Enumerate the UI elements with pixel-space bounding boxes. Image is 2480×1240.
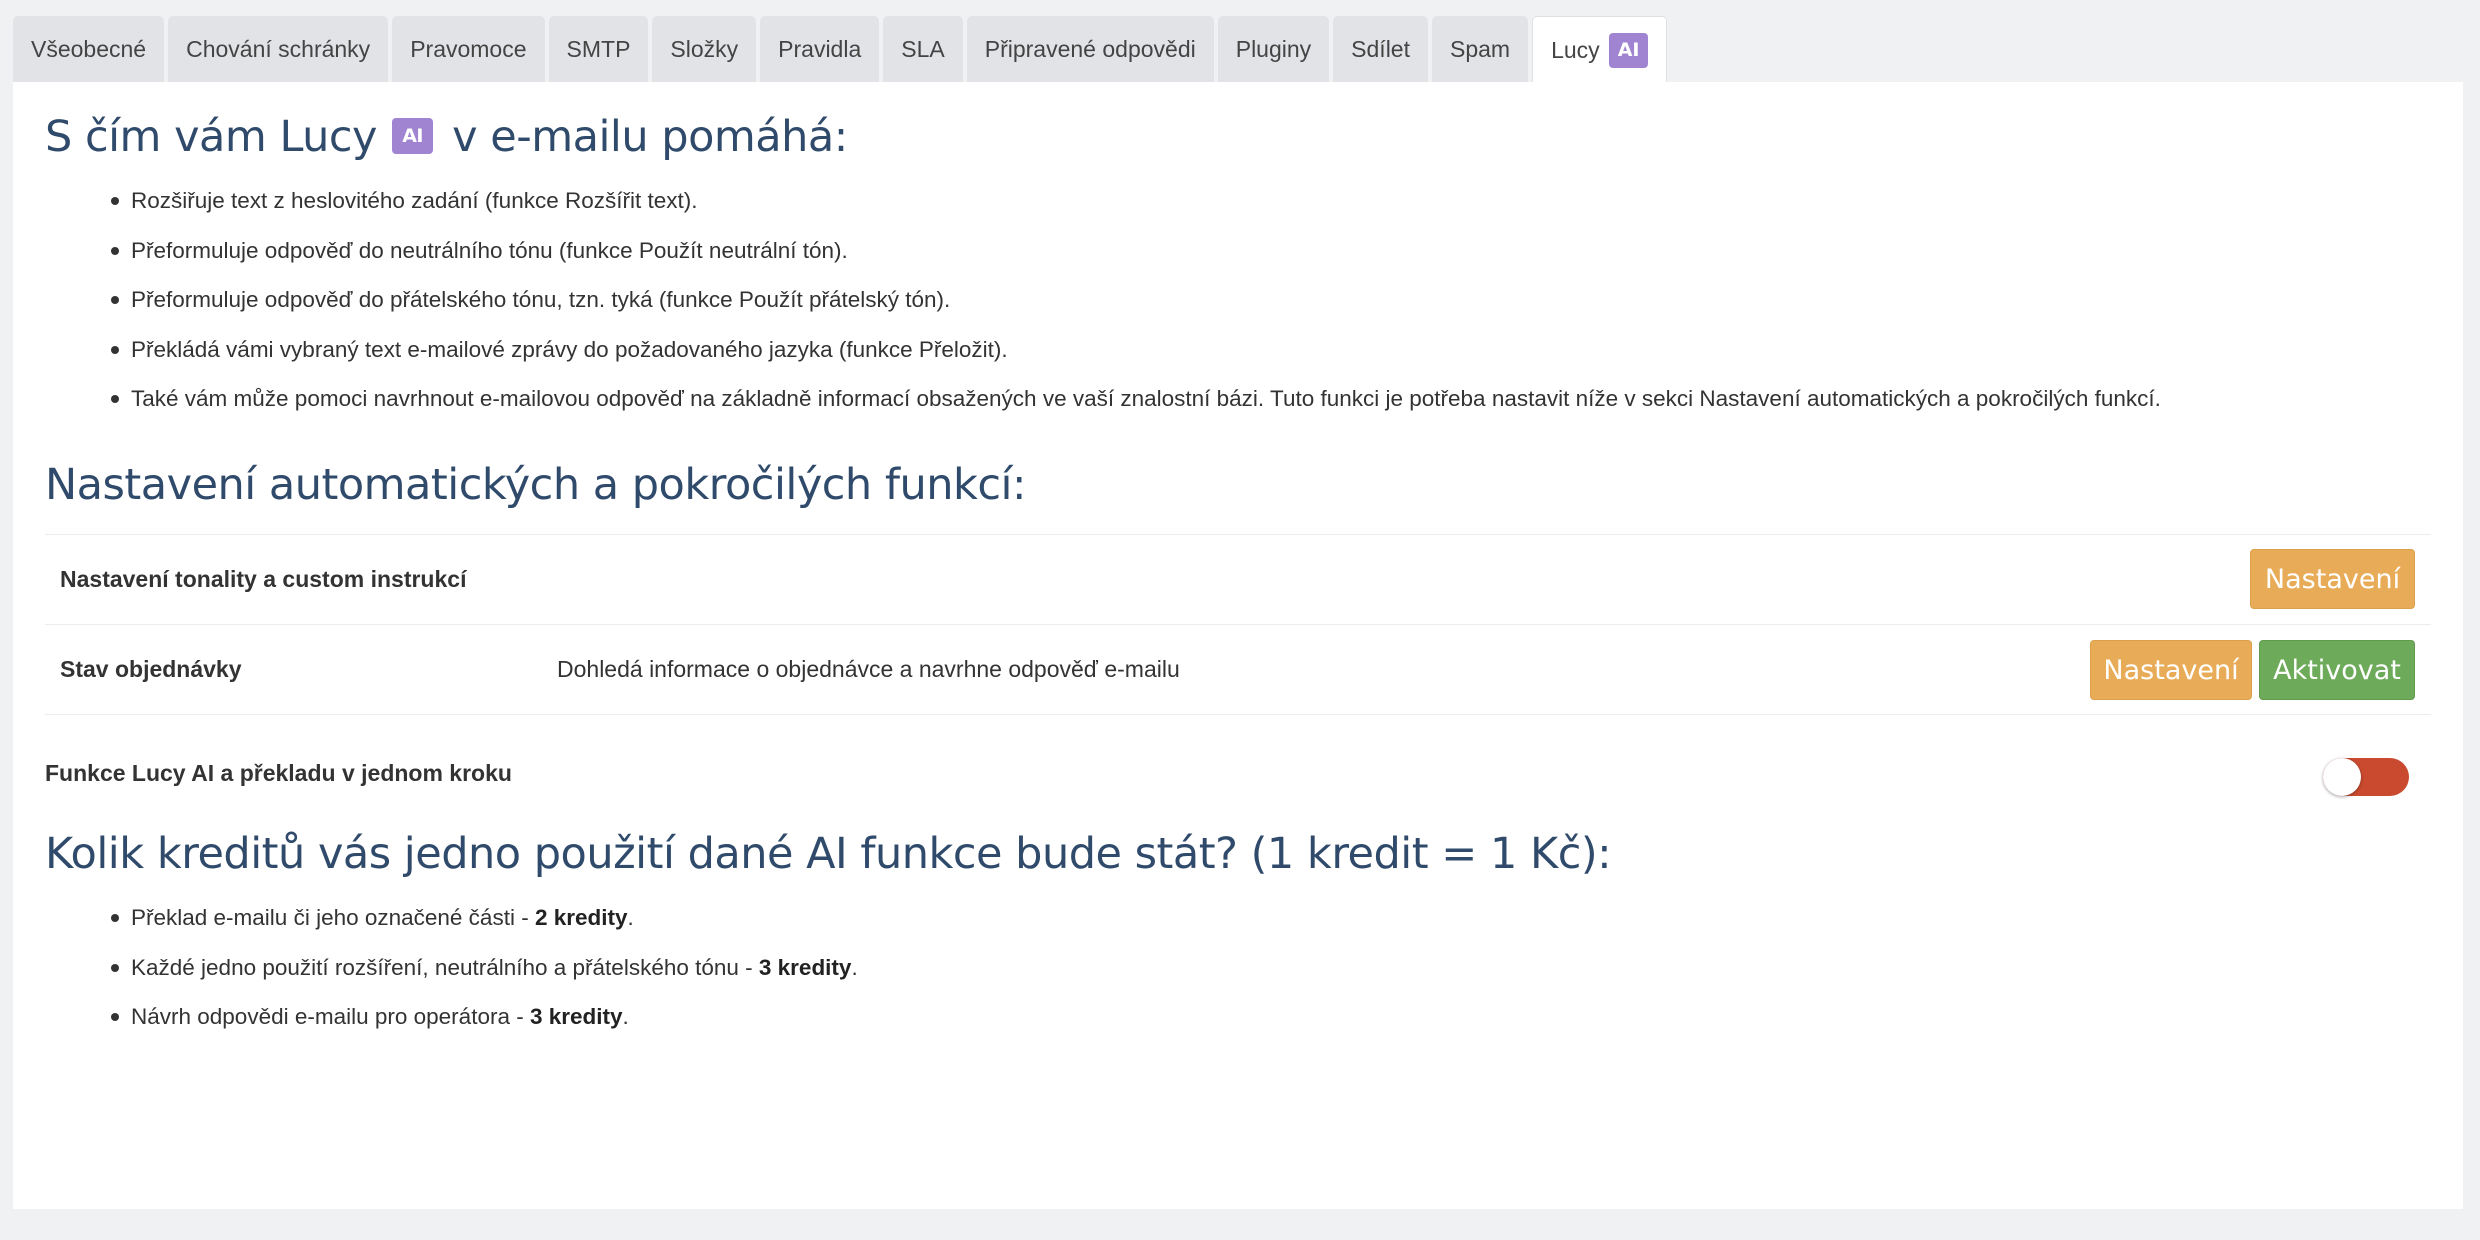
credit-item-end: . bbox=[627, 905, 634, 930]
tab-lucy-ai[interactable]: Lucy AI bbox=[1532, 16, 1668, 83]
tab-pluginy[interactable]: Pluginy bbox=[1217, 16, 1330, 82]
list-item: Přeformuluje odpověď do neutrálního tónu… bbox=[98, 237, 2161, 287]
credit-item-text: Překlad e-mailu či jeho označené části - bbox=[131, 905, 535, 930]
order-status-activate-button[interactable]: Aktivovat bbox=[2259, 640, 2415, 700]
credit-item-amount: 2 kredity bbox=[534, 905, 628, 930]
credit-item-amount: 3 kredity bbox=[529, 1004, 623, 1029]
credit-item-end: . bbox=[622, 1004, 629, 1029]
credit-item-text: Každé jedno použití rozšíření, neutrální… bbox=[131, 954, 759, 980]
tab-sdilet[interactable]: Sdílet bbox=[1333, 16, 1428, 82]
credits-list: Překlad e-mailu či jeho označené části -… bbox=[98, 904, 858, 1053]
intro-heading-after: v e-mailu pomáhá: bbox=[452, 112, 848, 162]
order-status-row-label: Stav objednávky bbox=[60, 656, 242, 682]
list-item: Rozšiřuje text z heslovitého zadání (fun… bbox=[98, 187, 2161, 237]
intro-feature-list: Rozšiřuje text z heslovitého zadání (fun… bbox=[98, 187, 2161, 435]
tab-pravidla[interactable]: Pravidla bbox=[760, 16, 880, 82]
order-status-description: Dohledá informace o objednávce a navrhne… bbox=[557, 656, 1180, 682]
credit-item-end: . bbox=[851, 954, 858, 980]
divider bbox=[45, 534, 2431, 535]
divider bbox=[45, 624, 2431, 625]
tab-spam[interactable]: Spam bbox=[1432, 16, 1529, 82]
tab-pravomoce[interactable]: Pravomoce bbox=[392, 16, 545, 82]
tab-sla[interactable]: SLA bbox=[883, 16, 963, 82]
order-status-settings-button[interactable]: Nastavení bbox=[2090, 640, 2252, 700]
credits-heading: Kolik kreditů vás jedno použití dané AI … bbox=[45, 829, 1612, 879]
list-item: Každé jedno použití rozšíření, neutrální… bbox=[98, 954, 858, 1004]
tab-slozky[interactable]: Složky bbox=[652, 16, 757, 82]
tab-bar: Všeobecné Chování schránky Pravomoce SMT… bbox=[13, 16, 1671, 83]
tonality-settings-button[interactable]: Nastavení bbox=[2250, 549, 2415, 609]
lucy-translate-toggle-label: Funkce Lucy AI a překladu v jednom kroku bbox=[45, 760, 512, 786]
list-item: Překládá vámi vybraný text e-mailové zpr… bbox=[98, 336, 2161, 386]
ai-badge: AI bbox=[392, 117, 433, 154]
tab-lucy-label: Lucy bbox=[1551, 36, 1600, 63]
list-item: Také vám může pomoci navrhnout e-mailovo… bbox=[98, 385, 2161, 435]
tab-vseobecne[interactable]: Všeobecné bbox=[13, 16, 165, 82]
list-item: Návrh odpovědi e-mailu pro operátora - 3… bbox=[98, 1003, 858, 1053]
tab-chovani-schranky[interactable]: Chování schránky bbox=[168, 16, 389, 82]
tab-pripravene-odpovedi[interactable]: Připravené odpovědi bbox=[966, 16, 1214, 82]
intro-heading: S čím vám Lucy AI v e-mailu pomáhá: bbox=[45, 112, 848, 162]
divider bbox=[45, 714, 2431, 715]
lucy-ai-panel: S čím vám Lucy AI v e-mailu pomáhá: Rozš… bbox=[13, 82, 2463, 1209]
advanced-heading: Nastavení automatických a pokročilých fu… bbox=[45, 460, 1026, 510]
list-item: Přeformuluje odpověď do přátelského tónu… bbox=[98, 286, 2161, 336]
tonality-row-label: Nastavení tonality a custom instrukcí bbox=[60, 566, 467, 592]
ai-badge: AI bbox=[1608, 32, 1649, 68]
toggle-knob bbox=[2323, 758, 2361, 796]
list-item: Překlad e-mailu či jeho označené části -… bbox=[98, 904, 858, 954]
intro-heading-before: S čím vám Lucy bbox=[45, 112, 378, 162]
credit-item-text: Návrh odpovědi e-mailu pro operátora - bbox=[131, 1004, 530, 1029]
credit-item-amount: 3 kredity bbox=[758, 954, 852, 980]
tab-smtp[interactable]: SMTP bbox=[548, 16, 649, 82]
lucy-translate-toggle[interactable] bbox=[2323, 758, 2409, 796]
